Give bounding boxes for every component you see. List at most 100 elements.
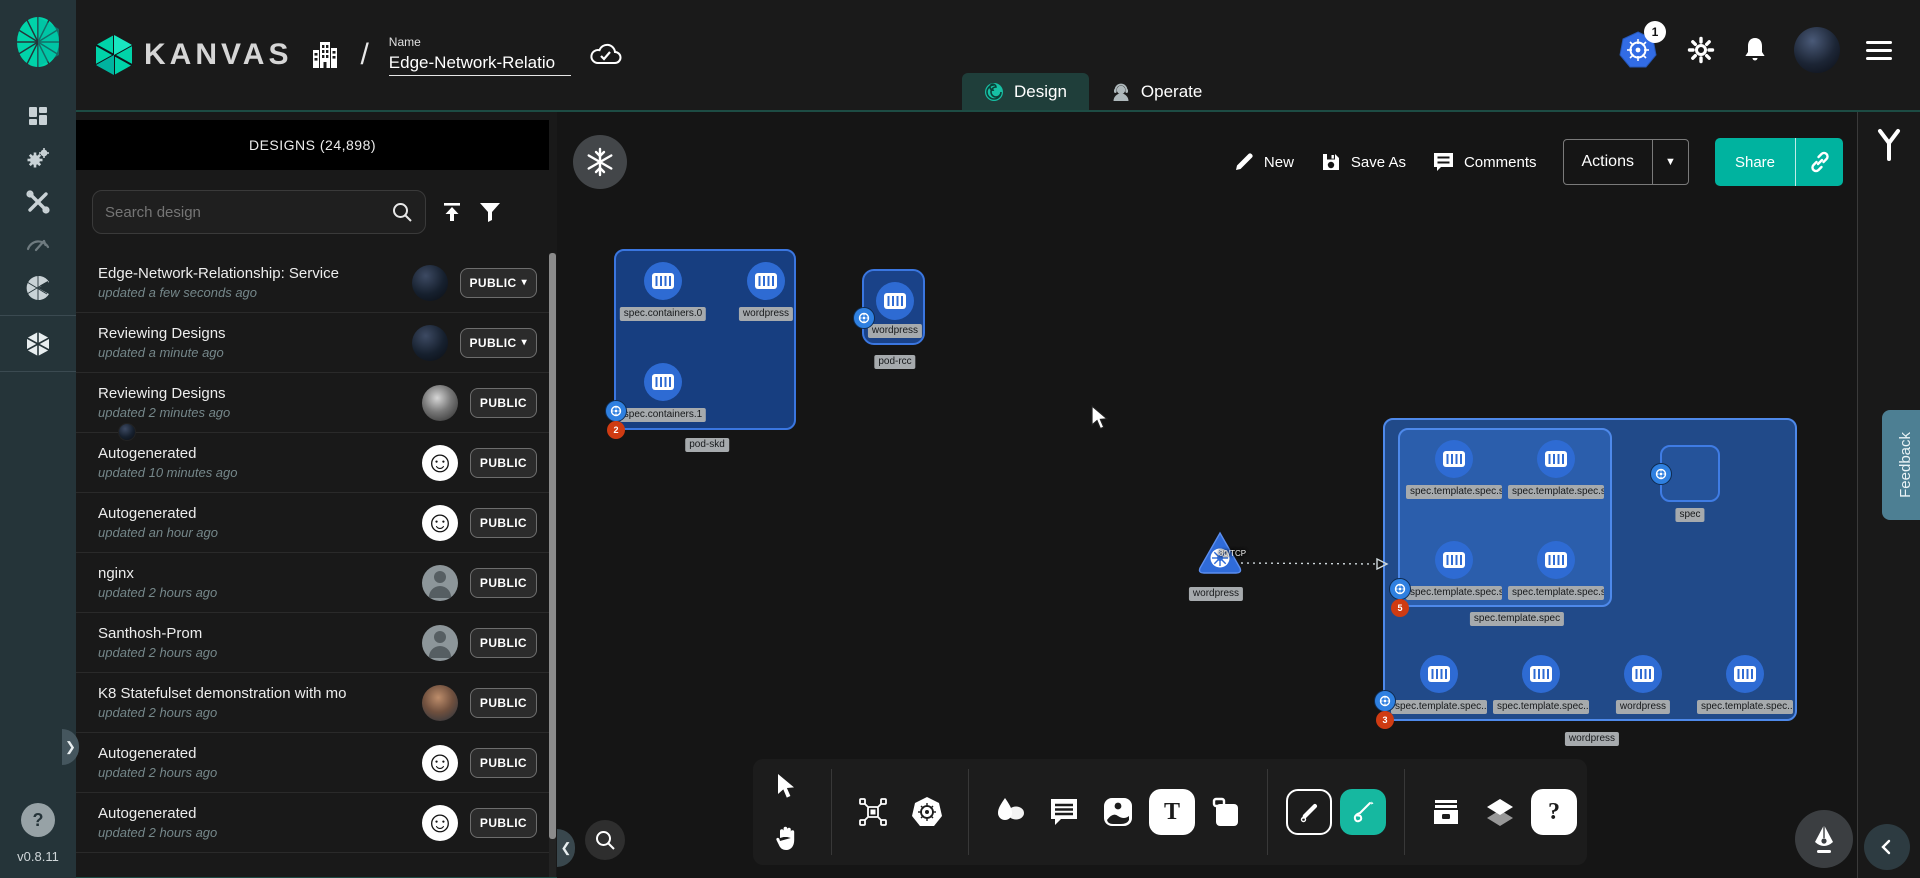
shapes-tool-icon[interactable] [987, 789, 1033, 835]
visibility-badge[interactable]: PUBLIC▾ [470, 568, 537, 598]
design-list-item[interactable]: Santhosh-Prom updated 2 hours ago PUBLIC… [76, 613, 549, 673]
doodle-tool-icon[interactable] [1340, 789, 1386, 835]
dashboard-icon[interactable] [0, 94, 76, 137]
visibility-badge[interactable]: PUBLIC▾ [470, 748, 537, 778]
meshery-logo[interactable] [15, 16, 61, 68]
help-tool-icon[interactable]: ? [1531, 789, 1577, 835]
container-node[interactable] [1726, 655, 1764, 693]
user-avatar[interactable] [1794, 27, 1840, 73]
container-node[interactable] [1420, 655, 1458, 693]
pan-hand-tool-icon[interactable] [763, 815, 809, 861]
container-node[interactable] [1522, 655, 1560, 693]
visibility-badge[interactable]: PUBLIC▾ [470, 388, 537, 418]
environment-badge-icon[interactable] [605, 400, 627, 422]
design-list-item[interactable]: Edge-Network-Relationship: Service updat… [76, 253, 549, 313]
container-node[interactable] [876, 282, 914, 320]
configuration-toolbox-icon[interactable] [0, 180, 76, 223]
lifecycle-gears-icon[interactable] [0, 137, 76, 180]
help-icon[interactable]: ? [21, 803, 55, 837]
container-node[interactable] [1435, 541, 1473, 579]
visibility-select[interactable]: PUBLIC▾ [460, 268, 538, 298]
design-list-item[interactable]: Autogenerated updated 2 hours ago PUBLIC… [76, 733, 549, 793]
tab-design[interactable]: Design [962, 73, 1089, 110]
edge-service-to-deployment[interactable] [1241, 552, 1389, 574]
visibility-badge[interactable]: PUBLIC▾ [470, 808, 537, 838]
container-node[interactable] [644, 363, 682, 401]
environment-badge-icon[interactable] [1374, 690, 1396, 712]
visibility-label: PUBLIC [480, 456, 527, 470]
container-node[interactable] [1435, 440, 1473, 478]
design-canvas[interactable]: New Save As Comments Actions ▼ Share [557, 112, 1857, 878]
search-icon[interactable] [391, 201, 413, 223]
zoom-tool-icon[interactable] [585, 820, 625, 860]
environment-badge-icon[interactable] [853, 307, 875, 329]
visibility-badge[interactable]: PUBLIC▾ [470, 688, 537, 718]
scrollbar-thumb[interactable] [549, 253, 556, 839]
issue-count-badge[interactable]: 5 [1391, 599, 1409, 617]
filter-funnel-icon[interactable] [478, 201, 502, 223]
tab-operate[interactable]: Operate [1089, 73, 1224, 110]
issue-count-badge[interactable]: 2 [607, 421, 625, 439]
notifications-bell-icon[interactable] [1742, 36, 1768, 64]
design-doodle-fab-icon[interactable] [1795, 810, 1853, 868]
issue-count-badge[interactable]: 3 [1376, 711, 1394, 729]
actions-caret-icon[interactable]: ▼ [1652, 140, 1688, 184]
design-list-item[interactable]: Autogenerated updated an hour ago PUBLIC… [76, 493, 549, 553]
cluster-snowflake-icon[interactable] [573, 135, 627, 189]
design-list-item[interactable]: Autogenerated updated 10 minutes ago PUB… [76, 433, 549, 493]
copy-link-icon[interactable] [1795, 138, 1843, 186]
environment-badge-icon[interactable] [1389, 578, 1411, 600]
pen-tool-icon[interactable] [1286, 789, 1332, 835]
drawer-tool-icon[interactable] [1423, 789, 1469, 835]
organization-building-icon[interactable] [310, 39, 340, 71]
visibility-badge[interactable]: PUBLIC▾ [470, 508, 537, 538]
performance-icon[interactable] [0, 223, 76, 266]
text-tool-icon[interactable]: T [1149, 789, 1195, 835]
visibility-badge[interactable]: PUBLIC▾ [470, 448, 537, 478]
node-pod-rcc[interactable]: wordpress pod-rcc [862, 269, 925, 345]
comment-tool-icon[interactable] [1041, 789, 1087, 835]
media-tool-icon[interactable] [1095, 789, 1141, 835]
import-design-icon[interactable] [440, 200, 464, 224]
layout-tool-icon[interactable] [850, 789, 896, 835]
kubernetes-tool-icon[interactable] [904, 789, 950, 835]
environment-badge-icon[interactable] [1650, 463, 1672, 485]
container-node[interactable] [1537, 541, 1575, 579]
design-list-item[interactable]: Autogenerated updated 2 hours ago PUBLIC… [76, 793, 549, 853]
design-list-item[interactable]: nginx updated 2 hours ago PUBLIC▾ [76, 553, 549, 613]
kubernetes-context-icon[interactable]: 1 [1616, 28, 1660, 72]
visibility-select[interactable]: PUBLIC▾ [460, 328, 538, 358]
kanvas-rail-icon[interactable] [0, 322, 76, 365]
save-as-button[interactable]: Save As [1320, 151, 1406, 173]
panel-collapse-chevron-icon[interactable]: ❮ [557, 829, 575, 867]
expand-panel-chevron-icon[interactable] [1864, 824, 1910, 870]
visibility-badge[interactable]: PUBLIC▾ [470, 628, 537, 658]
settings-gear-icon[interactable] [1686, 35, 1716, 65]
merge-flask-icon[interactable] [1874, 128, 1904, 162]
design-list-item[interactable]: K8 Statefulset demonstration with mo upd… [76, 673, 549, 733]
extensions-icon[interactable] [0, 266, 76, 309]
layers-tool-icon[interactable] [1477, 789, 1523, 835]
design-list-item[interactable]: Reviewing Designs updated 2 minutes ago … [76, 373, 549, 433]
feedback-tab[interactable]: Feedback [1882, 410, 1920, 520]
comments-button[interactable]: Comments [1432, 151, 1537, 173]
designs-scrollbar[interactable] [549, 253, 556, 877]
container-node[interactable] [644, 262, 682, 300]
container-node[interactable] [1624, 655, 1662, 693]
node-deployment-wordpress[interactable]: spec.template.spec.s... spec.template.sp… [1383, 418, 1797, 721]
design-search-box[interactable] [92, 190, 426, 234]
actions-button[interactable]: Actions [1564, 140, 1652, 184]
design-search-input[interactable] [105, 204, 391, 221]
kanvas-brand[interactable]: KANVAS [94, 33, 292, 77]
design-name-input[interactable] [389, 51, 571, 76]
node-pod-template[interactable]: spec.template.spec.s... spec.template.sp… [1398, 428, 1612, 607]
note-tool-icon[interactable] [1203, 789, 1249, 835]
design-list-item[interactable]: Reviewing Designs updated a minute ago P… [76, 313, 549, 373]
new-button[interactable]: New [1233, 151, 1294, 173]
node-pod-skd[interactable]: spec.containers.0 wordpress spec.contain… [614, 249, 796, 430]
share-button[interactable]: Share [1715, 138, 1795, 186]
select-tool-icon[interactable] [763, 763, 809, 809]
container-node[interactable] [1537, 440, 1575, 478]
container-node[interactable] [747, 262, 785, 300]
menu-hamburger-icon[interactable] [1866, 41, 1892, 60]
